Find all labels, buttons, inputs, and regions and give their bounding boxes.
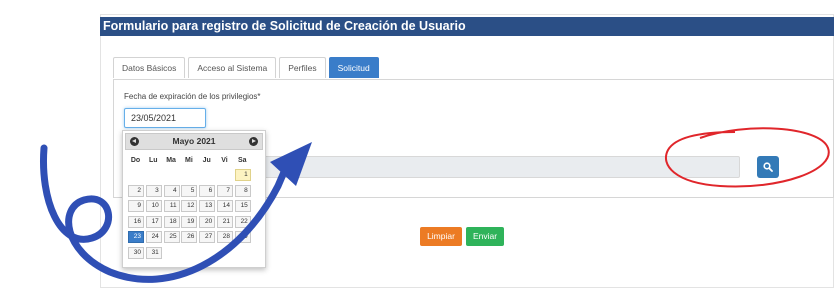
user-search-input[interactable]: ­U bbox=[262, 156, 740, 178]
calendar-day[interactable]: 20 bbox=[199, 215, 216, 228]
weekday-header: Do bbox=[130, 157, 141, 164]
chevron-left-icon[interactable] bbox=[130, 137, 139, 146]
send-button[interactable]: Enviar bbox=[466, 227, 504, 246]
tab-perfiles[interactable]: Perfiles bbox=[279, 57, 326, 78]
expiration-date-label: Fecha de expiración de los privilegios* bbox=[124, 92, 261, 101]
calendar-day[interactable]: 9 bbox=[128, 200, 144, 212]
calendar-day[interactable]: 28 bbox=[217, 231, 233, 243]
date-picker-header: Mayo 2021 bbox=[125, 133, 263, 150]
clear-button[interactable]: Limpiar bbox=[420, 227, 462, 246]
chevron-right-icon[interactable] bbox=[249, 137, 258, 146]
calendar-day[interactable]: 24 bbox=[145, 231, 162, 243]
calendar-day[interactable]: 31 bbox=[145, 246, 162, 259]
search-icon bbox=[763, 162, 773, 172]
tab-bar: Datos Básicos Acceso al Sistema Perfiles… bbox=[113, 57, 382, 79]
calendar-day[interactable]: 13 bbox=[199, 200, 216, 212]
search-button[interactable] bbox=[757, 156, 779, 178]
user-field-text: ­U bbox=[293, 162, 299, 171]
calendar-day[interactable]: 8 bbox=[234, 184, 251, 197]
calendar-day[interactable]: 3 bbox=[145, 184, 162, 197]
date-picker: Mayo 2021 Do Lu Ma Mi Ju Vi Sa 1 2 3 4 5 6 7 8 9 10 11 12 1… bbox=[122, 130, 266, 268]
calendar-day[interactable]: 15 bbox=[234, 200, 251, 212]
calendar-day[interactable]: 18 bbox=[163, 215, 180, 228]
calendar-day[interactable]: 23 bbox=[128, 231, 144, 243]
weekday-header: Ma bbox=[166, 157, 176, 164]
calendar-day[interactable]: 14 bbox=[217, 200, 233, 212]
calendar-day[interactable]: 30 bbox=[128, 246, 144, 259]
calendar-day[interactable]: 11 bbox=[163, 200, 180, 212]
calendar-day[interactable]: 7 bbox=[217, 184, 233, 197]
calendar-day[interactable]: 5 bbox=[181, 184, 198, 197]
calendar-day[interactable]: 2 bbox=[128, 184, 144, 197]
weekday-header: Vi bbox=[221, 157, 228, 164]
calendar-day[interactable]: 29 bbox=[234, 231, 251, 243]
tab-solicitud[interactable]: Solicitud bbox=[328, 57, 379, 78]
calendar-day[interactable]: 25 bbox=[163, 231, 180, 243]
tab-datos-basicos[interactable]: Datos Básicos bbox=[113, 57, 186, 78]
calendar-day[interactable]: 26 bbox=[181, 231, 198, 243]
calendar-day[interactable]: 22 bbox=[234, 215, 251, 228]
weekday-header: Sa bbox=[238, 157, 247, 164]
weekday-header: Lu bbox=[149, 157, 158, 164]
calendar-day[interactable]: 12 bbox=[181, 200, 198, 212]
calendar-day[interactable]: 17 bbox=[145, 215, 162, 228]
weekday-header: Mi bbox=[185, 157, 193, 164]
expiration-date-input[interactable]: 23/05/2021 bbox=[124, 108, 206, 128]
weekday-header: Ju bbox=[202, 157, 211, 164]
calendar-day[interactable]: 21 bbox=[217, 215, 233, 228]
calendar-day[interactable]: 6 bbox=[199, 184, 216, 197]
calendar-day[interactable]: 19 bbox=[181, 215, 198, 228]
calendar-day[interactable]: 10 bbox=[145, 200, 162, 212]
calendar-day[interactable]: 16 bbox=[128, 215, 144, 228]
form-title: Formulario para registro de Solicitud de… bbox=[100, 17, 834, 36]
calendar-day[interactable]: 27 bbox=[199, 231, 216, 243]
tab-acceso-al-sistema[interactable]: Acceso al Sistema bbox=[188, 57, 277, 78]
month-year-title: Mayo 2021 bbox=[172, 136, 216, 146]
calendar-day[interactable]: 1 bbox=[234, 169, 251, 181]
calendar-day[interactable]: 4 bbox=[163, 184, 180, 197]
